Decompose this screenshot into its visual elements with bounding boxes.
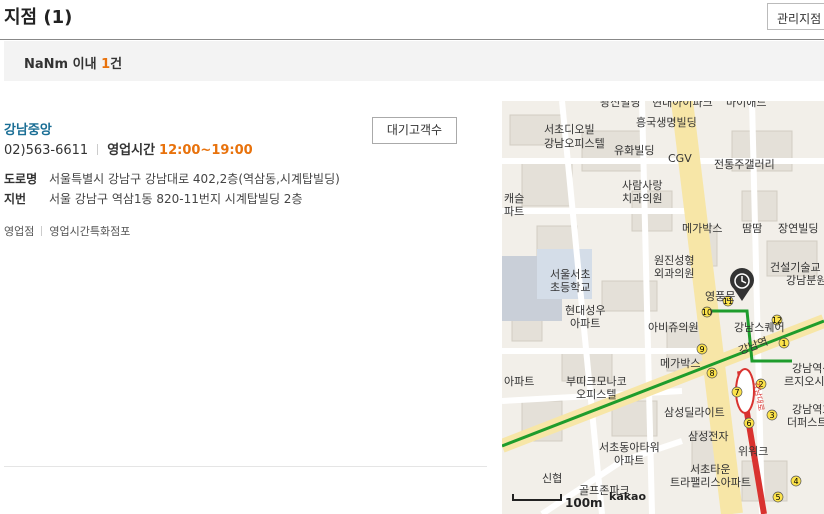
map-label: 서초디오빌	[544, 123, 595, 136]
map-label: 메가박스	[660, 357, 700, 370]
list-divider	[4, 466, 487, 467]
map-label: 사람사랑	[622, 179, 662, 192]
summary-count: 1	[101, 57, 111, 72]
map-label: 강남역효성	[792, 403, 824, 416]
map-label: 장연빌딩	[778, 222, 818, 235]
map-label: 흥국생명빌딩	[636, 115, 697, 129]
map-label: 부띠크모나코	[566, 375, 627, 388]
map-canvas[interactable]: 11 10 12 9 1 8 7 2 6 3 4 5 광신빌딩 현대아이파크 마…	[502, 101, 824, 514]
svg-text:5: 5	[775, 493, 780, 502]
title-bar: 지점 (1) 관리지점	[0, 0, 824, 40]
branch-name[interactable]: 강남중앙	[4, 119, 52, 138]
admin-branch-button[interactable]: 관리지점	[767, 3, 824, 30]
map-label: 아파트	[570, 317, 600, 330]
map-label: 삼성전자	[688, 430, 728, 443]
tag-special-hours: 영업시간특화점포	[49, 225, 131, 238]
waiting-customers-button[interactable]: 대기고객수	[372, 117, 457, 144]
map-label: 캐슬	[504, 192, 524, 205]
hours-value: 12:00~19:00	[159, 143, 253, 158]
map-label: 외과의원	[654, 267, 694, 280]
map-label: 마이애드	[726, 101, 766, 109]
map-label: 강남분원	[786, 274, 824, 287]
tag-branch-type: 영업점	[4, 225, 35, 238]
map-label: 치과의원	[622, 192, 662, 205]
map-label: 르지오시티	[784, 375, 824, 388]
map-label: 더퍼스트	[787, 416, 824, 429]
map-scale-text: 100m	[565, 496, 603, 510]
summary-text: NaNm 이내 1건	[24, 53, 122, 72]
kakao-logo: kakao	[609, 490, 647, 503]
svg-text:3: 3	[769, 411, 774, 420]
svg-text:8: 8	[709, 369, 714, 378]
map-label: 현대아이파크	[652, 101, 713, 109]
map-label: 초등학교	[550, 281, 590, 294]
lot-address: 서울 강남구 역삼1동 820-11번지 시계탑빌딩 2층	[49, 192, 303, 206]
lot-address-label: 지번	[4, 192, 27, 206]
summary-suffix: 건	[110, 57, 123, 72]
branch-map[interactable]: 11 10 12 9 1 8 7 2 6 3 4 5 광신빌딩 현대아이파크 마…	[502, 101, 824, 514]
svg-text:10: 10	[702, 308, 712, 317]
map-label: 파트	[504, 205, 524, 218]
summary-prefix: NaNm 이내	[24, 57, 102, 72]
branch-tags: 영업점 영업시간특화점포	[4, 223, 130, 239]
map-label: 신협	[542, 472, 562, 485]
map-label: CGV	[668, 152, 692, 165]
map-label: 서울서초	[550, 268, 590, 281]
map-label: 아파트	[504, 375, 534, 388]
map-label: 메가박스	[682, 222, 722, 235]
contact-row: 02)563-6611 영업시간 12:00~19:00	[4, 139, 253, 158]
result-summary: NaNm 이내 1건	[4, 41, 824, 81]
map-label: 위워크	[738, 445, 768, 458]
divider	[41, 226, 43, 236]
svg-text:1: 1	[781, 339, 786, 348]
hours-label: 영업시간	[107, 143, 156, 158]
map-label: 현대성우	[565, 304, 605, 317]
map-label: 강남역센트	[792, 362, 824, 375]
map-label: 유화빌딩	[614, 144, 654, 157]
map-label: 영풍문	[705, 290, 735, 303]
map-label: 땀땀	[742, 222, 762, 235]
divider	[97, 144, 99, 155]
svg-text:9: 9	[699, 345, 704, 354]
map-label: 트라팰리스아파트	[670, 476, 751, 489]
map-label: 전통주갤러리	[714, 158, 775, 171]
map-label: 건설기술교	[770, 261, 821, 274]
map-label: 서초동아타워	[599, 441, 660, 454]
svg-text:6: 6	[746, 419, 751, 428]
map-label: 광신빌딩	[600, 101, 640, 109]
svg-text:7: 7	[734, 388, 739, 397]
map-label: 원진성형	[654, 254, 694, 267]
map-label: 삼성딜라이트	[664, 406, 725, 419]
page-title: 지점 (1)	[4, 7, 73, 28]
road-address-label: 도로명	[4, 172, 38, 186]
svg-text:4: 4	[793, 477, 798, 486]
map-label: 오피스텔	[576, 388, 616, 401]
map-label: 강남스퀘어	[734, 321, 785, 334]
road-address-row: 도로명 서울특별시 강남구 강남대로 402,2층(역삼동,시계탑빌딩)	[4, 170, 340, 187]
map-label: 아파트	[614, 454, 644, 467]
map-scale-bar	[512, 494, 562, 501]
map-label: 강남오피스텔	[544, 137, 605, 150]
road-address: 서울특별시 강남구 강남대로 402,2층(역삼동,시계탑빌딩)	[49, 172, 340, 186]
branch-phone: 02)563-6611	[4, 143, 89, 158]
lot-address-row: 지번 서울 강남구 역삼1동 820-11번지 시계탑빌딩 2층	[4, 190, 303, 207]
map-label: 서초타운	[690, 463, 730, 476]
map-label: 아비쥬의원	[648, 321, 699, 334]
